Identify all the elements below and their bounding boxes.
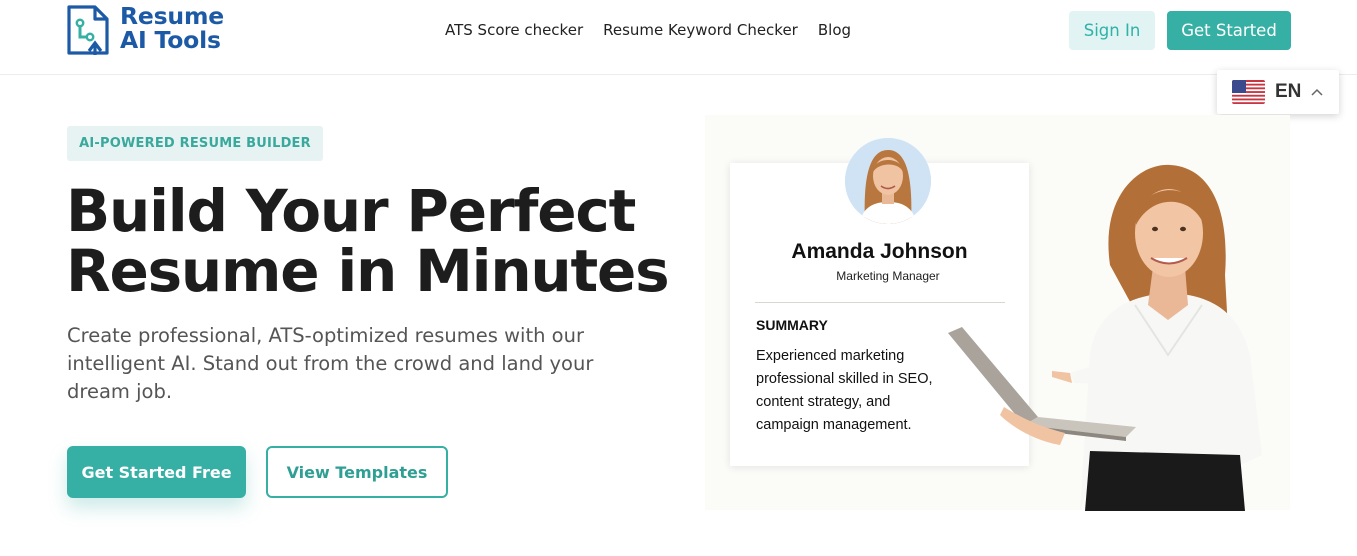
nav-ats-score-checker[interactable]: ATS Score checker	[445, 21, 583, 39]
woman-with-laptop-illustration	[948, 164, 1262, 511]
sign-in-button[interactable]: Sign In	[1069, 11, 1155, 50]
logo[interactable]: Resume AI Tools	[66, 3, 224, 57]
language-selector[interactable]: EN	[1217, 70, 1339, 114]
view-templates-button[interactable]: View Templates	[266, 446, 448, 498]
avatar	[845, 138, 931, 224]
nav-resume-keyword-checker[interactable]: Resume Keyword Checker	[603, 21, 798, 39]
hero-badge: AI-POWERED RESUME BUILDER	[67, 126, 323, 161]
headline-line-2: Resume in Minutes	[66, 237, 670, 305]
logo-line-2: AI Tools	[120, 26, 221, 54]
headline-line-1: Build Your Perfect	[66, 177, 636, 245]
resume-doc-icon	[67, 5, 109, 55]
nav-blog[interactable]: Blog	[818, 21, 851, 39]
resume-summary-heading: SUMMARY	[756, 317, 828, 333]
chevron-up-icon	[1311, 88, 1323, 96]
language-code: EN	[1275, 81, 1302, 102]
logo-line-1: Resume	[120, 2, 224, 30]
main-nav: ATS Score checker Resume Keyword Checker…	[445, 21, 851, 39]
site-header: Resume AI Tools ATS Score checker Resume…	[0, 0, 1357, 75]
hero-subtitle: Create professional, ATS-optimized resum…	[67, 324, 594, 403]
us-flag-icon	[1232, 80, 1265, 104]
get-started-button[interactable]: Get Started	[1167, 11, 1291, 50]
resume-summary-text: Experienced marketing professional skill…	[756, 348, 933, 433]
get-started-free-button[interactable]: Get Started Free	[67, 446, 246, 498]
hero-headline: Build Your Perfect Resume in Minutes	[66, 177, 670, 305]
avatar-portrait	[845, 138, 931, 224]
logo-text: Resume AI Tools	[120, 4, 224, 52]
